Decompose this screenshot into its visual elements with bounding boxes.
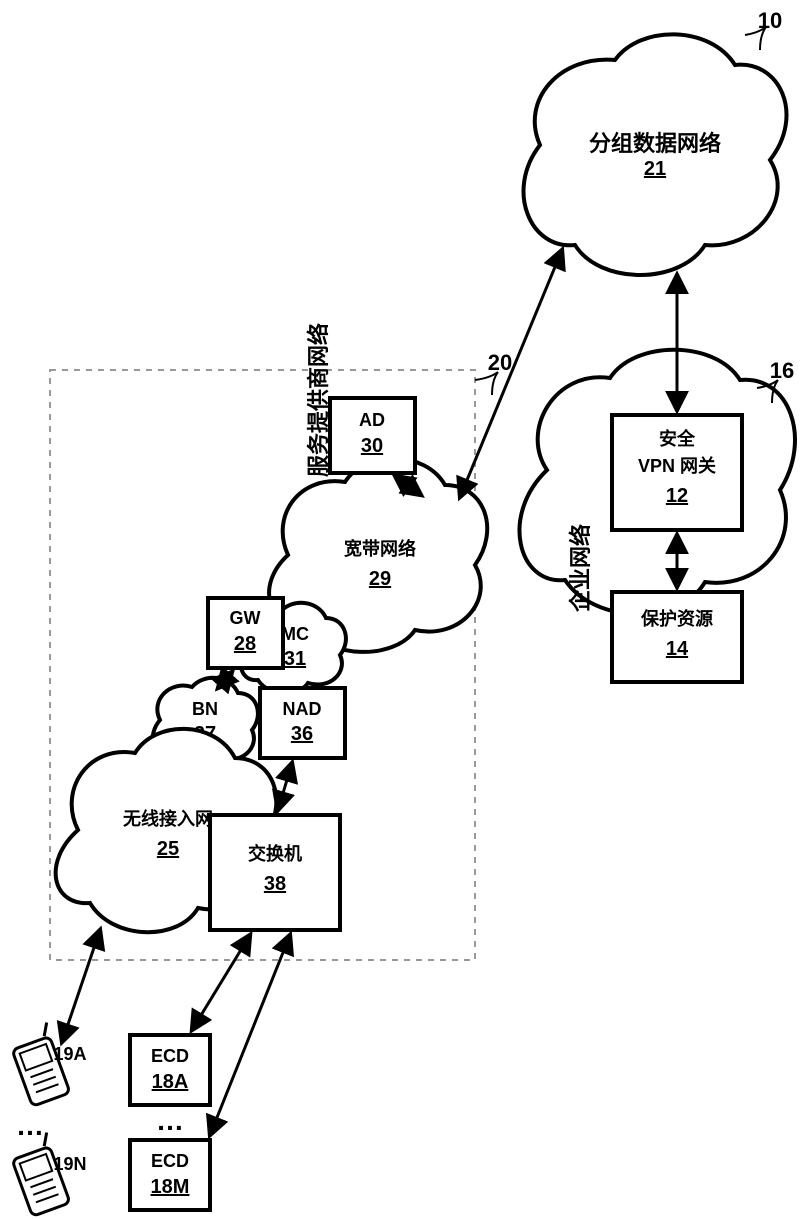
dev-19a-label: 19A (53, 1044, 86, 1064)
ecd-a-box: ECD 18A (130, 1035, 210, 1105)
system-callout: 10 (758, 8, 782, 33)
device-19a: 19A (7, 1022, 86, 1106)
vpn-gateway-box: 安全 VPN 网关 12 (612, 415, 742, 530)
gw-ref: 28 (234, 633, 256, 655)
arrow-switch-ecdm (210, 935, 290, 1135)
ecd-dots: … (156, 1105, 184, 1136)
vpn-line1: 安全 (659, 428, 696, 449)
mc-label: MC (281, 624, 309, 644)
ecd-m-box: ECD 18M (130, 1140, 210, 1210)
switch-ref: 38 (264, 873, 286, 895)
ad-label: AD (359, 410, 385, 430)
dev-19n-label: 19N (53, 1154, 86, 1174)
ecd-m-label: ECD (151, 1151, 189, 1171)
ad-ref: 30 (361, 435, 383, 457)
vpn-line2: VPN 网关 (638, 455, 716, 476)
bn-label: BN (192, 699, 218, 719)
network-diagram: 服务提供商网络 20 10 分组数据网络 21 企业网络 16 安全 VPN 网… (0, 0, 800, 1219)
ecd-m-ref: 18M (151, 1176, 190, 1198)
ad-box: AD 30 (330, 398, 415, 473)
enterprise-callout: 16 (770, 358, 794, 383)
dev-dots: … (16, 1110, 44, 1141)
arrow-nad-switch (278, 763, 292, 810)
switch-label: 交换机 (248, 843, 302, 864)
vpn-ref: 12 (666, 485, 688, 507)
ran-ref: 25 (157, 838, 179, 860)
nad-ref: 36 (291, 723, 313, 745)
arrow-switch-ecda (192, 935, 250, 1030)
protected-resources-box: 保护资源 14 (612, 592, 742, 682)
packet-data-network-cloud: 分组数据网络 21 (524, 34, 787, 275)
nad-label: NAD (283, 699, 322, 719)
nad-box: NAD 36 (260, 688, 345, 758)
arrow-dev-ran (62, 930, 100, 1042)
device-19n: 19N (7, 1132, 86, 1216)
ecd-a-label: ECD (151, 1046, 189, 1066)
bb-label: 宽带网络 (344, 538, 416, 559)
sp-network-label: 服务提供商网络 (306, 323, 331, 477)
ran-label: 无线接入网 (123, 808, 213, 829)
sp-callout-tick (475, 372, 498, 395)
enterprise-label: 企业网络 (568, 524, 593, 613)
bb-ref: 29 (369, 568, 391, 590)
pdn-label: 分组数据网络 (589, 131, 721, 156)
switch-box: 交换机 38 (210, 815, 340, 930)
pr-label: 保护资源 (640, 608, 713, 629)
mc-ref: 31 (284, 648, 306, 670)
pr-ref: 14 (666, 638, 689, 660)
sp-callout: 20 (488, 350, 512, 375)
ecd-a-ref: 18A (152, 1071, 189, 1093)
pdn-ref: 21 (644, 158, 666, 180)
gw-box: GW 28 (208, 598, 283, 668)
gw-label: GW (230, 608, 261, 628)
